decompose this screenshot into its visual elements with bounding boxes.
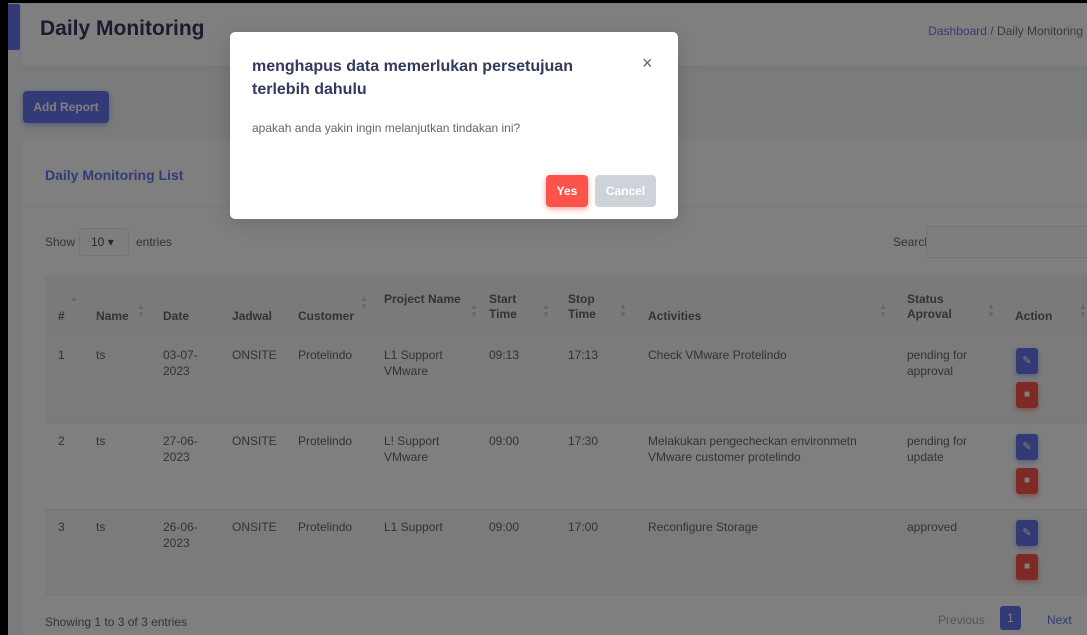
dialog-message: apakah anda yakin ingin melanjutkan tind… <box>252 121 521 135</box>
close-icon[interactable]: × <box>642 54 653 72</box>
yes-button[interactable]: Yes <box>546 175 588 207</box>
confirm-dialog: menghapus data memerlukan persetujuan te… <box>230 32 678 219</box>
dialog-title: menghapus data memerlukan persetujuan te… <box>252 58 573 98</box>
cancel-button[interactable]: Cancel <box>595 175 656 207</box>
